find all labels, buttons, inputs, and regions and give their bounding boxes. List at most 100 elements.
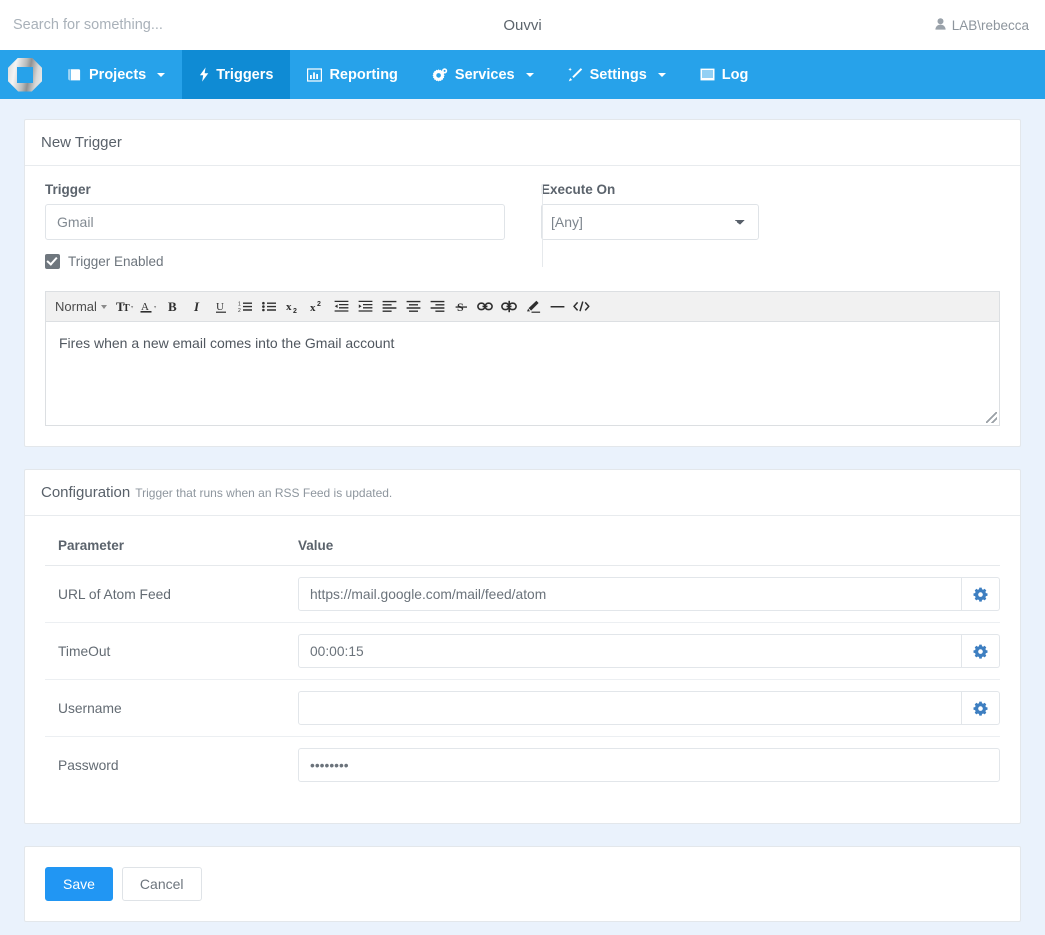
align-center-icon[interactable]	[402, 294, 425, 320]
chevron-down-icon	[100, 304, 107, 309]
configuration-card: Configuration Trigger that runs when an R…	[24, 469, 1021, 824]
trigger-form: Trigger Trigger Enabled Execute On [Any]	[25, 166, 1020, 446]
source-code-icon[interactable]	[570, 294, 593, 320]
gear-icon[interactable]	[962, 691, 1000, 725]
svg-text:2: 2	[238, 308, 241, 313]
nav-item-triggers[interactable]: Triggers	[182, 50, 291, 99]
svg-text:2: 2	[293, 308, 297, 314]
parameter-name: URL of Atom Feed	[58, 586, 171, 602]
align-right-icon[interactable]	[426, 294, 449, 320]
execute-on-label: Execute On	[541, 182, 616, 197]
chevron-down-icon	[157, 72, 166, 77]
editor-resize-handle[interactable]	[986, 412, 997, 423]
italic-icon[interactable]: I	[186, 294, 209, 320]
highlight-icon[interactable]	[522, 294, 545, 320]
horizontal-rule-icon[interactable]	[546, 294, 569, 320]
logo[interactable]	[0, 50, 50, 99]
strikethrough-icon[interactable]: S	[450, 294, 473, 320]
parameter-value-cell	[285, 622, 1000, 680]
user-icon	[935, 17, 946, 33]
nav-item-settings[interactable]: Settings	[551, 50, 683, 99]
url-of-atom-feed-input[interactable]	[298, 577, 962, 611]
input-group	[298, 634, 1000, 668]
configuration-title: Configuration	[41, 484, 131, 501]
main-navigation: Projects Triggers Reporting Services Set…	[0, 50, 1045, 99]
configuration-body: Parameter Value URL of Atom Feed https:/…	[25, 516, 1020, 823]
align-left-icon[interactable]	[378, 294, 401, 320]
nav-item-reporting[interactable]: Reporting	[290, 50, 414, 99]
parameters-table: Parameter Value URL of Atom Feed https:/…	[45, 524, 1000, 793]
parameter-value-cell	[285, 566, 1000, 623]
indent-icon[interactable]	[354, 294, 377, 320]
configuration-header: Configuration Trigger that runs when an R…	[25, 470, 1020, 516]
nav-item-projects[interactable]: Projects	[50, 50, 182, 99]
execute-on-column: Execute On [Any]	[523, 182, 1000, 269]
format-picker[interactable]: Normal	[53, 299, 113, 314]
timeout-input[interactable]	[298, 634, 962, 668]
nav-label: Log	[721, 66, 749, 83]
trigger-enabled-row[interactable]: Trigger Enabled	[45, 254, 505, 269]
font-color-icon[interactable]: A	[138, 294, 161, 320]
password-input[interactable]	[298, 748, 1000, 782]
trigger-name-input[interactable]	[45, 204, 505, 240]
svg-text:2: 2	[317, 301, 321, 308]
parameter-name: Password	[45, 736, 285, 793]
parameter-name: Username	[45, 679, 285, 737]
input-group	[298, 577, 1000, 611]
table-row: Password	[45, 736, 1000, 793]
svg-text:1: 1	[238, 302, 241, 308]
magic-wand-icon	[567, 67, 583, 82]
bolt-icon	[199, 67, 209, 82]
superscript-icon[interactable]: x2	[306, 294, 329, 320]
underline-icon[interactable]: U	[210, 294, 233, 320]
list-icon	[700, 68, 715, 81]
unordered-list-icon[interactable]	[258, 294, 281, 320]
search-input[interactable]	[11, 10, 331, 40]
description-editor: Normal TT A B I U 1 2 x 2 x 2 S Fires wh…	[45, 291, 1000, 426]
gear-icon[interactable]	[962, 577, 1000, 611]
format-picker-label: Normal	[55, 299, 97, 314]
input-group	[298, 748, 1000, 782]
editor-content[interactable]: Fires when a new email comes into the Gm…	[45, 321, 1000, 426]
svg-text:x: x	[286, 301, 292, 313]
cancel-button[interactable]: Cancel	[121, 867, 202, 901]
gear-icon[interactable]	[962, 634, 1000, 668]
user-name: LAB\rebecca	[951, 17, 1029, 33]
configuration-subtitle: Trigger that runs when an RSS Feed is up…	[135, 486, 393, 500]
save-button[interactable]: Save	[45, 867, 113, 901]
nav-item-log[interactable]: Log	[683, 50, 766, 99]
outdent-icon[interactable]	[330, 294, 353, 320]
parameter-name: TimeOut	[45, 622, 285, 680]
table-row: TimeOut	[45, 622, 1000, 680]
table-header-row: Parameter Value	[45, 524, 1000, 566]
column-header-value: Value	[285, 524, 1000, 566]
trigger-enabled-checkbox[interactable]	[45, 254, 60, 269]
subscript-icon[interactable]: x2	[282, 294, 305, 320]
bar-chart-icon	[307, 67, 323, 82]
nav-item-services[interactable]: Services	[415, 50, 551, 99]
link-icon[interactable]	[474, 294, 497, 320]
execute-on-select[interactable]: [Any]	[541, 204, 759, 240]
bold-icon[interactable]: B	[162, 294, 185, 320]
top-bar: Ouvvi LAB\rebecca	[0, 0, 1045, 50]
editor-toolbar: Normal TT A B I U 1 2 x 2 x 2 S	[45, 291, 1000, 321]
font-size-icon[interactable]: TT	[114, 294, 137, 320]
editor-paragraph: Fires when a new email comes into the Gm…	[59, 335, 395, 351]
svg-text:x: x	[310, 302, 316, 314]
unlink-icon[interactable]	[498, 294, 521, 320]
form-actions-card: Save Cancel	[24, 846, 1021, 922]
user-menu[interactable]: LAB\rebecca	[935, 0, 1029, 50]
table-row: URL of Atom Feed	[45, 566, 1000, 623]
parameter-value-cell	[285, 679, 1000, 737]
chevron-down-icon	[525, 72, 534, 77]
svg-text:U: U	[216, 301, 224, 313]
form-actions: Save Cancel	[25, 847, 1020, 921]
svg-text:B: B	[168, 300, 177, 313]
trigger-enabled-label: Trigger Enabled	[68, 254, 164, 269]
nav-label: Reporting	[329, 66, 398, 83]
trigger-column: Trigger Trigger Enabled	[45, 182, 523, 269]
svg-text:T: T	[123, 303, 130, 313]
trigger-field-label: Trigger	[45, 182, 91, 197]
ordered-list-icon[interactable]: 12	[234, 294, 257, 320]
username-input[interactable]	[298, 691, 962, 725]
